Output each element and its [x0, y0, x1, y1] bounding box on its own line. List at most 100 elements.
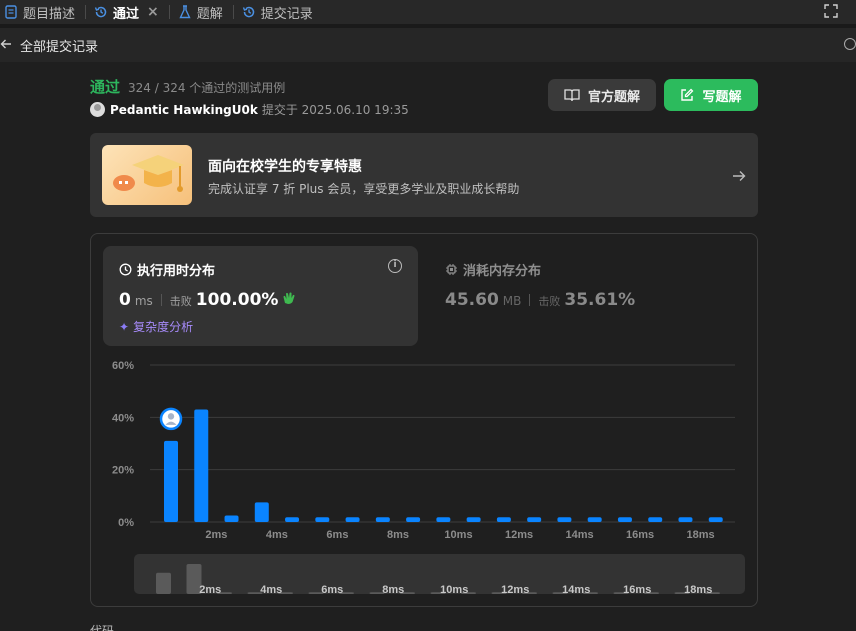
memory-title: 消耗内存分布: [445, 260, 541, 279]
bar[interactable]: [406, 517, 421, 522]
tab-label: 题解: [196, 6, 223, 22]
bar[interactable]: [194, 409, 209, 522]
mini-x-tick-label: 18ms: [684, 584, 712, 594]
history-icon: [242, 5, 256, 19]
bar[interactable]: [285, 517, 300, 522]
bar[interactable]: [496, 517, 511, 522]
promo-title: 面向在校学生的专享特惠: [208, 159, 362, 175]
clap-icon: [282, 291, 298, 309]
x-tick-label: 14ms: [565, 529, 593, 541]
bar[interactable]: [345, 517, 360, 522]
submission-meta: Pedantic HawkingU0k 提交于 2025.06.10 19:35: [90, 101, 409, 118]
tab-accepted[interactable]: 通过 ×: [90, 0, 165, 24]
history-icon: [94, 5, 108, 19]
x-tick-label: 10ms: [444, 529, 472, 541]
bar[interactable]: [375, 517, 390, 522]
official-solution-button[interactable]: 官方题解: [548, 79, 656, 111]
complexity-analysis-link[interactable]: ✦ 复杂度分析: [119, 318, 193, 335]
y-tick-label: 20%: [112, 465, 134, 477]
y-tick-label: 60%: [112, 360, 134, 372]
runtime-distribution-chart[interactable]: 0% 20% 40% 60% 2ms 4ms 6ms 8ms 10ms 12ms 14ms 16ms 1…: [100, 350, 750, 550]
all-submissions-link[interactable]: 全部提交记录: [20, 36, 98, 55]
chip-icon: [446, 264, 457, 275]
bar[interactable]: [648, 517, 663, 522]
marker-avatar-head: [167, 413, 175, 420]
runtime-title: 执行用时分布: [119, 260, 215, 279]
runtime-card[interactable]: 执行用时分布 i 0 ms 击败 100.00% ✦ 复杂度分析: [103, 246, 418, 346]
tab-solutions[interactable]: 题解: [174, 0, 229, 24]
bar[interactable]: [466, 517, 481, 522]
metric-divider: [529, 294, 531, 306]
tab-divider: [85, 5, 87, 19]
status-text: 通过: [90, 78, 121, 96]
mini-chart[interactable]: 2ms 4ms 6ms 8ms 10ms 12ms 14ms 16ms 18ms: [134, 554, 745, 596]
submitted-time: 提交于 2025.06.10 19:35: [261, 103, 409, 117]
mini-x-tick-label: 10ms: [440, 584, 468, 594]
arrow-right-icon: [732, 167, 746, 186]
bar[interactable]: [708, 517, 723, 522]
flask-icon: [178, 5, 192, 19]
bar[interactable]: [254, 502, 269, 522]
cloud-icon[interactable]: [844, 38, 856, 50]
edit-icon: [681, 88, 694, 101]
book-icon: [564, 89, 580, 102]
runtime-metric: 0 ms 击败 100.00%: [119, 290, 298, 310]
y-tick-label: 40%: [112, 412, 134, 424]
bar[interactable]: [587, 517, 602, 522]
y-tick-label: 0%: [118, 517, 134, 529]
memory-card[interactable]: 消耗内存分布 45.60 MB 击败 35.61%: [445, 246, 745, 346]
tab-label: 通过: [113, 6, 140, 22]
x-tick-label: 2ms: [205, 529, 227, 541]
bar[interactable]: [527, 517, 542, 522]
x-tick-label: 16ms: [626, 529, 654, 541]
bar[interactable]: [557, 517, 572, 522]
tab-bar: 题目描述 通过 × 题解 提交记录: [0, 0, 856, 24]
submission-status: 通过 324 / 324 个通过的测试用例: [90, 76, 285, 97]
username[interactable]: Pedantic HawkingU0k: [110, 103, 258, 117]
mini-x-tick-label: 6ms: [321, 584, 343, 594]
memory-beat: 35.61%: [564, 290, 636, 310]
memory-metric: 45.60 MB 击败 35.61%: [445, 290, 635, 310]
promo-banner[interactable]: 面向在校学生的专享特惠 完成认证享 7 折 Plus 会员，享受更多学业及职业成…: [90, 133, 758, 217]
promo-subtitle: 完成认证享 7 折 Plus 会员，享受更多学业及职业成长帮助: [208, 182, 520, 196]
code-section-label: 代码: [90, 624, 115, 631]
button-label: 写题解: [702, 89, 742, 105]
clock-icon: [119, 263, 132, 276]
x-tick-label: 8ms: [387, 529, 409, 541]
memory-value: 45.60: [445, 290, 499, 310]
write-solution-button[interactable]: 写题解: [664, 79, 758, 111]
mini-x-tick-label: 14ms: [562, 584, 590, 594]
bar[interactable]: [164, 440, 178, 522]
x-tick-label: 6ms: [326, 529, 348, 541]
test-count: 324 / 324 个通过的测试用例: [128, 81, 286, 95]
mini-x-tick-label: 4ms: [260, 584, 282, 594]
tab-label: 提交记录: [260, 6, 313, 22]
chart-range-selector[interactable]: 2ms 4ms 6ms 8ms 10ms 12ms 14ms 16ms 18ms: [134, 554, 745, 596]
bar[interactable]: [436, 517, 451, 522]
tab-label: 题目描述: [23, 6, 76, 22]
bar[interactable]: [224, 515, 239, 522]
info-icon[interactable]: i: [388, 259, 402, 273]
tab-submissions[interactable]: 提交记录: [238, 0, 319, 24]
memory-unit: MB: [502, 294, 522, 308]
runtime-unit: ms: [134, 294, 153, 308]
close-icon[interactable]: ×: [147, 4, 159, 20]
complexity-label: 复杂度分析: [133, 320, 194, 334]
fullscreen-icon[interactable]: [824, 4, 838, 18]
memory-title-text: 消耗内存分布: [463, 264, 542, 279]
avatar[interactable]: [90, 102, 105, 117]
x-tick-label: 4ms: [266, 529, 288, 541]
graduation-cap-image: [102, 145, 192, 205]
tab-description[interactable]: 题目描述: [0, 0, 81, 24]
back-arrow-icon[interactable]: [0, 36, 14, 54]
button-label: 官方题解: [587, 89, 640, 105]
mini-x-tick-label: 16ms: [623, 584, 651, 594]
back-bar: 全部提交记录: [0, 28, 856, 62]
tab-divider: [232, 5, 234, 19]
runtime-beat: 100.00%: [195, 290, 279, 310]
bar[interactable]: [678, 517, 693, 522]
mini-x-tick-label: 2ms: [199, 584, 221, 594]
bar[interactable]: [617, 517, 632, 522]
bar[interactable]: [315, 517, 330, 522]
x-tick-label: 12ms: [505, 529, 533, 541]
